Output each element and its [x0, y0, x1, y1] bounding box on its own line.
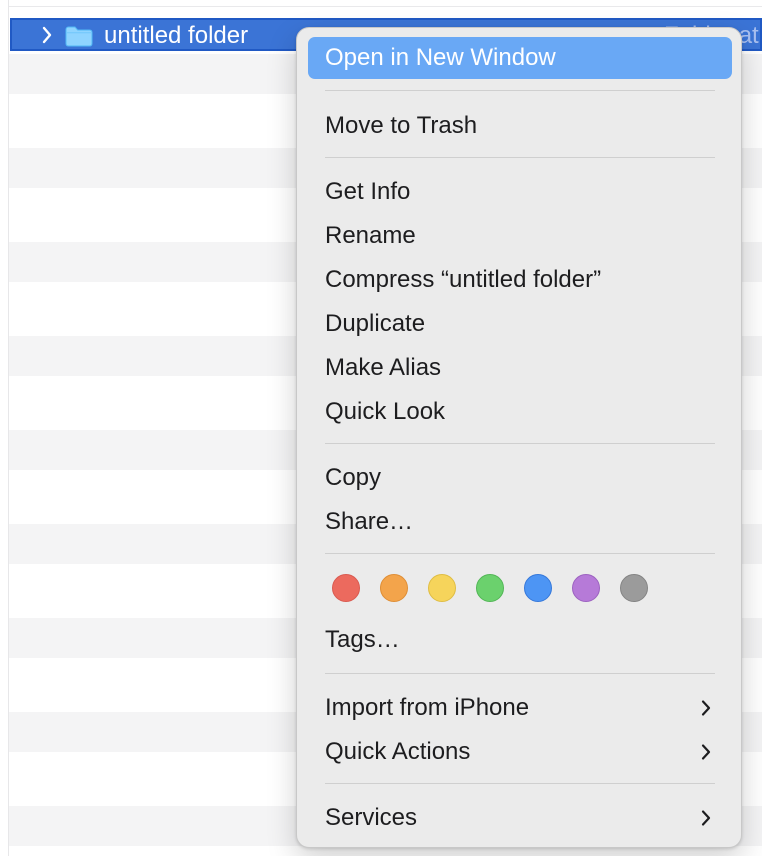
menu-item-duplicate[interactable]: Duplicate: [308, 303, 732, 345]
menu-item-label: Tags…: [325, 626, 400, 653]
menu-item-label: Share…: [325, 508, 414, 535]
menu-item-label: Compress “untitled folder”: [325, 266, 602, 293]
green-tag-button[interactable]: [476, 574, 504, 602]
menu-item-share[interactable]: Share…: [308, 501, 732, 543]
menu-item-label: Open in New Window: [325, 44, 556, 71]
menu-item-import-from-iphone[interactable]: Import from iPhone: [308, 687, 732, 729]
menu-item-label: Quick Actions: [325, 738, 471, 765]
tag-color-picker: [332, 574, 652, 602]
menu-separator: [325, 673, 715, 674]
menu-item-label: Quick Look: [325, 398, 446, 425]
blue-tag-button[interactable]: [524, 574, 552, 602]
submenu-chevron-right-icon: [698, 808, 714, 828]
gray-tag-button[interactable]: [620, 574, 648, 602]
orange-tag-button[interactable]: [380, 574, 408, 602]
menu-item-open-in-new-window[interactable]: Open in New Window: [308, 37, 732, 79]
context-menu: Open in New Window Move to Trash Get Inf…: [296, 27, 742, 848]
menu-item-quick-look[interactable]: Quick Look: [308, 391, 732, 433]
menu-item-services[interactable]: Services: [308, 797, 732, 839]
menu-separator: [325, 90, 715, 91]
submenu-chevron-right-icon: [698, 742, 714, 762]
menu-item-quick-actions[interactable]: Quick Actions: [308, 731, 732, 773]
yellow-tag-button[interactable]: [428, 574, 456, 602]
menu-separator: [325, 443, 715, 444]
folder-name[interactable]: untitled folder: [104, 22, 248, 49]
menu-item-compress[interactable]: Compress “untitled folder”: [308, 259, 732, 301]
menu-separator: [325, 157, 715, 158]
menu-item-move-to-trash[interactable]: Move to Trash: [308, 105, 732, 147]
menu-item-rename[interactable]: Rename: [308, 215, 732, 257]
menu-item-label: Rename: [325, 222, 416, 249]
menu-item-label: Duplicate: [325, 310, 426, 337]
menu-item-tags[interactable]: Tags…: [308, 619, 732, 661]
menu-item-label: Copy: [325, 464, 382, 491]
purple-tag-button[interactable]: [572, 574, 600, 602]
menu-item-label: Get Info: [325, 178, 411, 205]
menu-item-label: Services: [325, 804, 418, 831]
menu-item-label: Import from iPhone: [325, 694, 530, 721]
disclosure-chevron-right-icon[interactable]: [38, 24, 56, 46]
folder-icon: [64, 25, 94, 47]
menu-item-label: Make Alias: [325, 354, 442, 381]
red-tag-button[interactable]: [332, 574, 360, 602]
submenu-chevron-right-icon: [698, 698, 714, 718]
menu-item-copy[interactable]: Copy: [308, 457, 732, 499]
menu-separator: [325, 783, 715, 784]
menu-separator: [325, 553, 715, 554]
menu-item-get-info[interactable]: Get Info: [308, 171, 732, 213]
menu-item-make-alias[interactable]: Make Alias: [308, 347, 732, 389]
menu-item-label: Move to Trash: [325, 112, 478, 139]
